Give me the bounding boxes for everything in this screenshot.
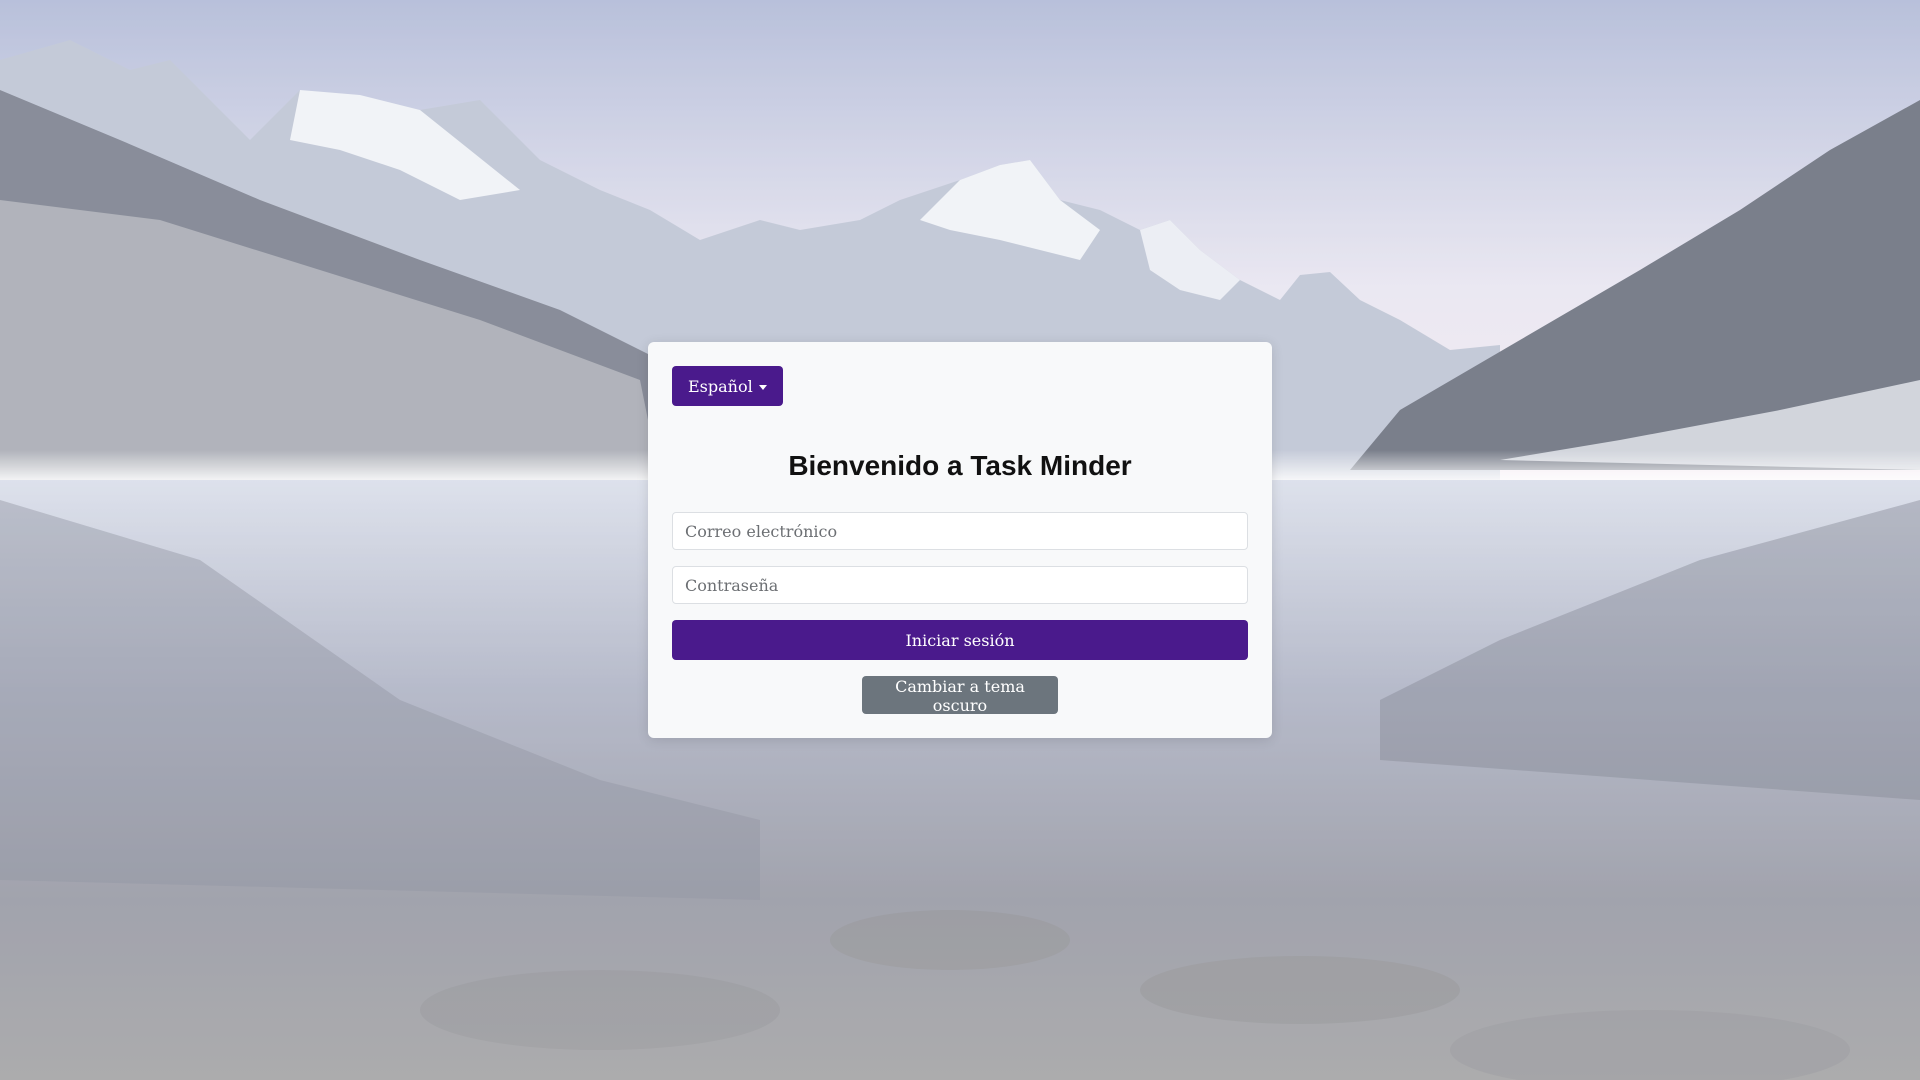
email-input[interactable]: [672, 512, 1248, 550]
login-card: Español Bienvenido a Task Minder Iniciar…: [648, 342, 1272, 738]
language-selected-label: Español: [688, 376, 753, 396]
language-dropdown-button[interactable]: Español: [672, 366, 783, 406]
theme-toggle-button[interactable]: Cambiar a tema oscuro: [862, 676, 1058, 715]
caret-down-icon: [758, 384, 767, 390]
page-title: Bienvenido a Task Minder: [788, 450, 1132, 481]
login-button[interactable]: Iniciar sesión: [672, 620, 1248, 660]
password-input[interactable]: [672, 566, 1248, 604]
